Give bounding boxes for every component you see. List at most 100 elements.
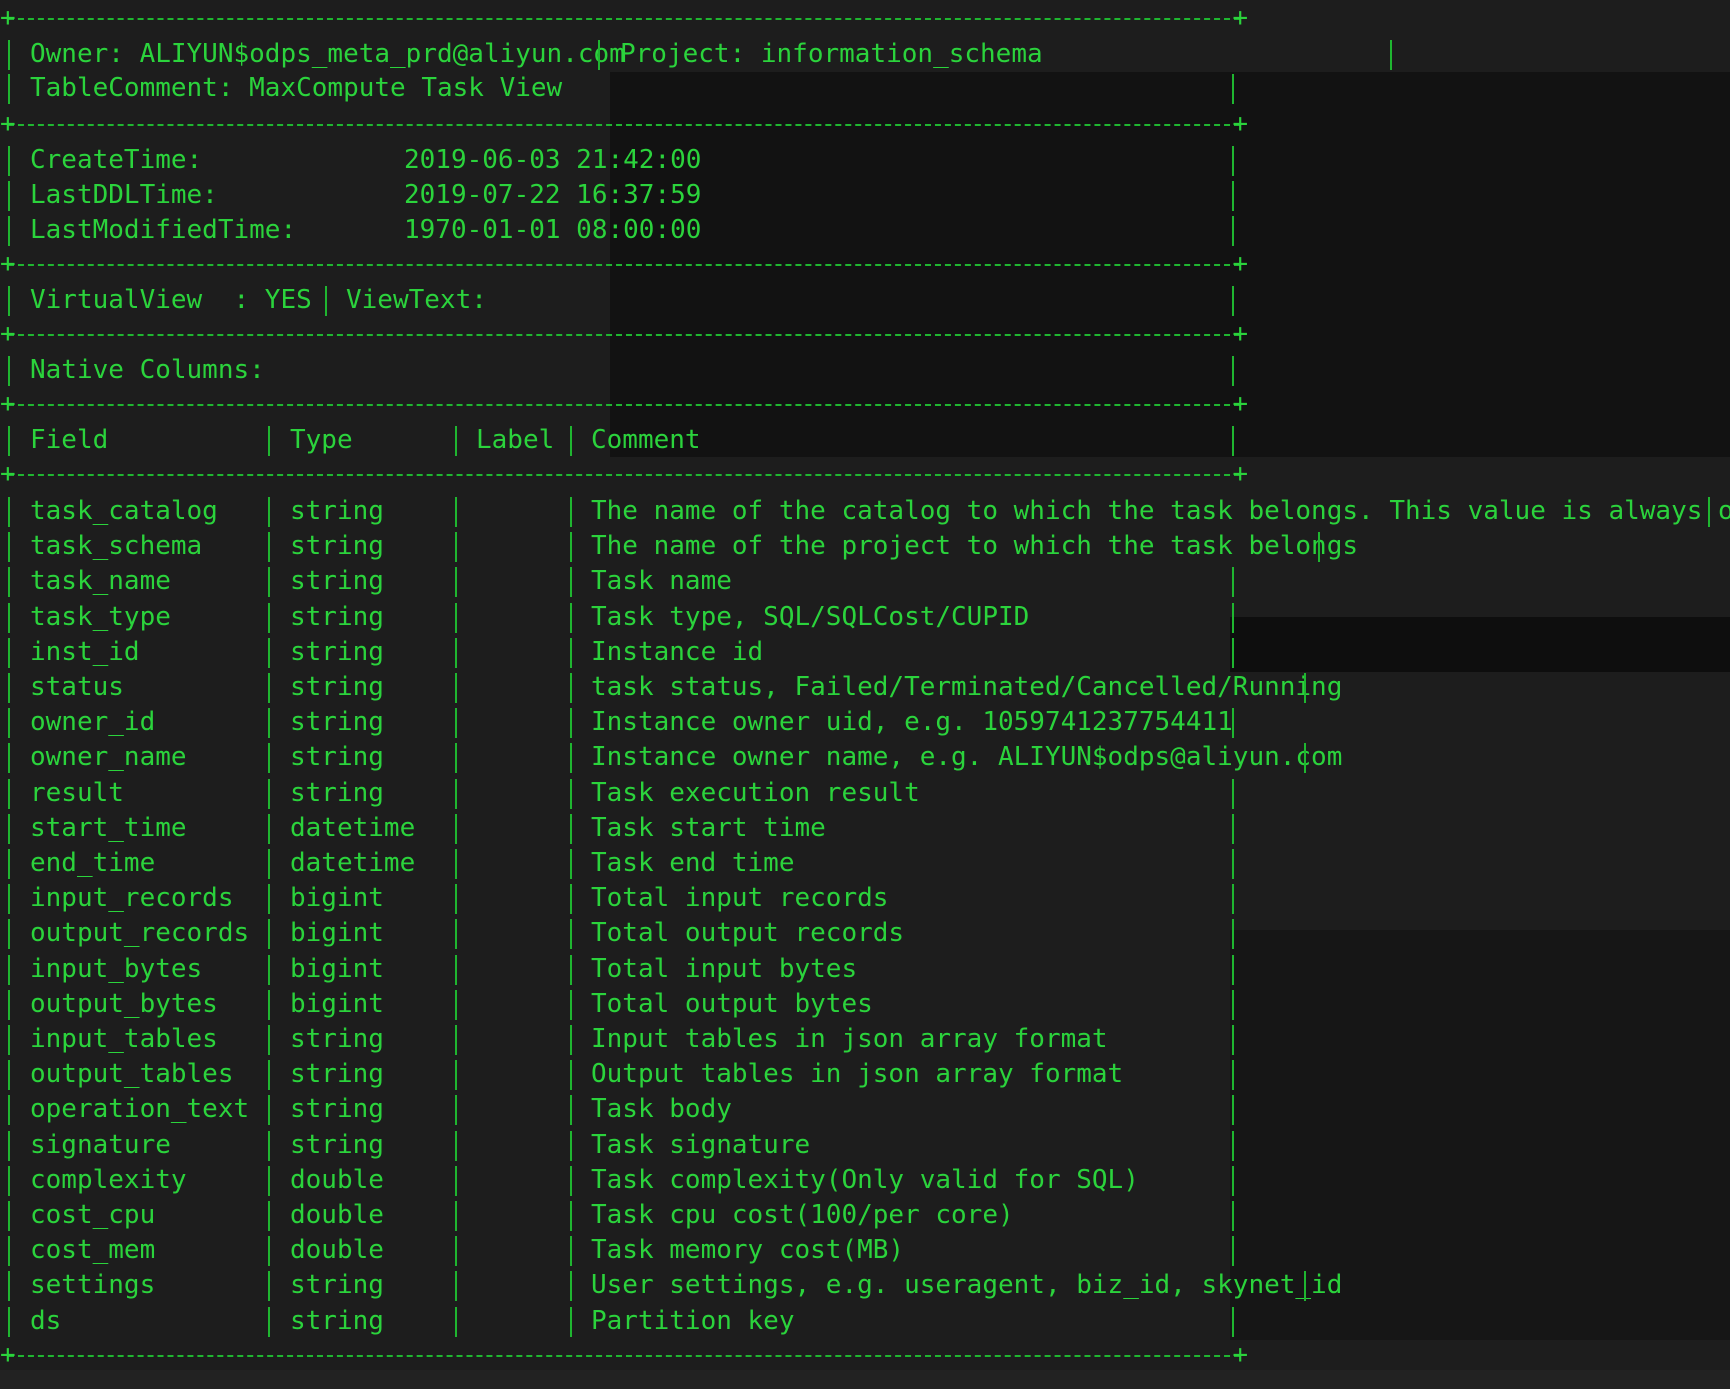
table-border [455, 779, 457, 809]
cell-comment: Task body [591, 1094, 732, 1124]
table-border [1232, 708, 1234, 738]
table-border [8, 955, 10, 985]
table-border [268, 1060, 270, 1090]
table-border [268, 955, 270, 985]
time-label: CreateTime: [30, 145, 203, 175]
cell-field: end_time [30, 848, 156, 878]
table-border [455, 990, 457, 1020]
cell-comment: Partition key [591, 1306, 795, 1336]
table-border [1232, 1131, 1234, 1161]
table-border [455, 1271, 457, 1301]
cell-field: task_catalog [30, 496, 218, 526]
table-border [1232, 1166, 1234, 1196]
terminal-window[interactable]: Owner: ALIYUN$odps_meta_prd@aliyun.com P… [0, 0, 1730, 1389]
cell-field: inst_id [30, 637, 140, 667]
cell-field: owner_name [30, 742, 187, 772]
table-border [8, 286, 10, 316]
table-border [570, 1131, 572, 1161]
table-border [455, 1095, 457, 1125]
table-border [8, 1236, 10, 1266]
table-border [570, 673, 572, 703]
table-border [1232, 216, 1234, 246]
table-border [8, 638, 10, 668]
table-border [8, 1060, 10, 1090]
table-border [455, 567, 457, 597]
cell-comment: Output tables in json array format [591, 1059, 1124, 1089]
table-border [570, 990, 572, 1020]
table-border [8, 1025, 10, 1055]
cell-comment: Instance owner name, e.g. ALIYUN$odps@al… [591, 742, 1343, 772]
table-border [455, 1025, 457, 1055]
table-border [1232, 638, 1234, 668]
table-border [8, 1095, 10, 1125]
table-border [1232, 603, 1234, 633]
table-border [8, 1201, 10, 1231]
time-label: LastDDLTime: [30, 180, 218, 210]
table-border [570, 849, 572, 879]
table-comment-line: TableComment: MaxCompute Task View [30, 73, 563, 103]
cell-type: string [290, 707, 384, 737]
table-border [455, 814, 457, 844]
table-border [268, 1166, 270, 1196]
table-border [268, 1307, 270, 1337]
cell-type: string [290, 1094, 384, 1124]
time-label: LastModifiedTime: [30, 215, 297, 245]
table-border [1232, 919, 1234, 949]
table-border [570, 532, 572, 562]
table-border [268, 1201, 270, 1231]
cell-type: string [290, 496, 384, 526]
table-border [8, 849, 10, 879]
table-border [1232, 146, 1234, 176]
table-border [570, 708, 572, 738]
table-border [1232, 990, 1234, 1020]
table-border [1232, 1025, 1234, 1055]
table-border [1232, 779, 1234, 809]
cell-comment: Task cpu cost(100/per core) [591, 1200, 1014, 1230]
table-border [268, 919, 270, 949]
table-border [570, 426, 572, 456]
cell-type: string [290, 1306, 384, 1336]
table-border [8, 603, 10, 633]
cell-field: output_records [30, 918, 250, 948]
table-border [268, 849, 270, 879]
cell-field: complexity [30, 1165, 187, 1195]
cell-type: bigint [290, 954, 384, 984]
cell-comment: Instance id [591, 637, 764, 667]
table-border [570, 497, 572, 527]
cell-field: output_tables [30, 1059, 234, 1089]
table-border [8, 884, 10, 914]
cell-type: string [290, 742, 384, 772]
cell-comment: Input tables in json array format [591, 1024, 1108, 1054]
table-border [0, 389, 1248, 419]
table-border [455, 1236, 457, 1266]
cell-type: datetime [290, 848, 416, 878]
table-border [1232, 955, 1234, 985]
table-border [570, 919, 572, 949]
column-header-comment: Comment [591, 425, 701, 455]
table-border [268, 567, 270, 597]
table-border [455, 884, 457, 914]
cell-field: operation_text [30, 1094, 250, 1124]
table-border [455, 849, 457, 879]
table-border [8, 567, 10, 597]
view-text-line: ViewText: [346, 285, 487, 315]
cell-field: output_bytes [30, 989, 218, 1019]
table-border [268, 603, 270, 633]
cell-type: bigint [290, 918, 384, 948]
cell-comment: Task signature [591, 1130, 811, 1160]
table-border [1232, 1236, 1234, 1266]
table-border [0, 249, 1248, 279]
table-border [268, 779, 270, 809]
table-border [8, 532, 10, 562]
table-border [268, 990, 270, 1020]
table-border [455, 497, 457, 527]
table-border [8, 40, 10, 70]
cell-type: double [290, 1235, 384, 1265]
table-border [0, 319, 1248, 349]
table-border [455, 919, 457, 949]
table-border [1232, 849, 1234, 879]
table-border [1318, 532, 1320, 562]
table-border [268, 1271, 270, 1301]
table-border [570, 603, 572, 633]
table-border [268, 1025, 270, 1055]
